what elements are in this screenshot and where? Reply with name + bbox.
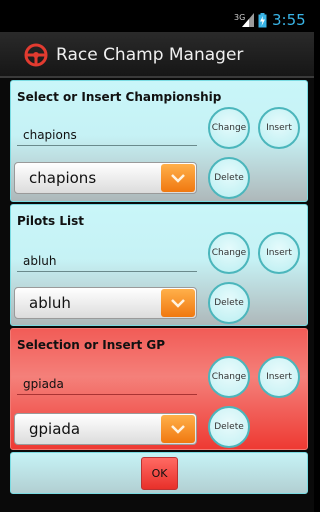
championship-change-button[interactable]: Change [208, 107, 250, 149]
action-bar: Race Champ Manager [0, 32, 314, 78]
chevron-down-icon [171, 174, 185, 183]
pilots-input[interactable] [17, 250, 197, 272]
pilots-title: Pilots List [17, 214, 84, 228]
bottom-strip [0, 500, 314, 512]
gp-title: Selection or Insert GP [17, 338, 166, 352]
gp-change-button[interactable]: Change [208, 356, 250, 398]
pilots-spinner[interactable]: abluh [14, 287, 197, 319]
pilots-delete-button[interactable]: Delete [208, 282, 250, 324]
footer-panel: OK [10, 452, 308, 494]
gp-insert-button[interactable]: Insert [258, 356, 300, 398]
status-time: 3:55 [272, 11, 306, 29]
app-screen: 3G 3:55 Race Champ Manager Select or Ins… [0, 0, 314, 512]
championship-spinner-value: chapions [29, 169, 97, 187]
steering-wheel-icon [24, 43, 48, 67]
championship-spinner[interactable]: chapions [14, 162, 197, 194]
championship-insert-button[interactable]: Insert [258, 107, 300, 149]
gp-spinner[interactable]: gpiada [14, 413, 197, 445]
chevron-down-icon [171, 425, 185, 434]
pilots-panel: Pilots List abluh Change Insert Delete [10, 204, 308, 326]
ok-button[interactable]: OK [141, 457, 178, 490]
pilots-spinner-value: abluh [29, 294, 71, 312]
gp-panel: Selection or Insert GP gpiada Change Ins… [10, 328, 308, 450]
gp-spinner-value: gpiada [29, 420, 81, 438]
championship-input[interactable] [17, 124, 197, 146]
app-title: Race Champ Manager [56, 45, 244, 65]
battery-charging-icon [258, 13, 267, 28]
pilots-spinner-arrow[interactable] [161, 289, 195, 317]
status-bar: 3G 3:55 [0, 0, 314, 32]
championship-panel: Select or Insert Championship chapions C… [10, 80, 308, 202]
gp-spinner-arrow[interactable] [161, 415, 195, 443]
pilots-change-button[interactable]: Change [208, 232, 250, 274]
gp-delete-button[interactable]: Delete [208, 406, 250, 448]
signal-icon [242, 13, 254, 27]
championship-delete-button[interactable]: Delete [208, 157, 250, 199]
championship-title: Select or Insert Championship [17, 90, 222, 104]
gp-input[interactable] [17, 373, 197, 395]
chevron-down-icon [171, 299, 185, 308]
championship-spinner-arrow[interactable] [161, 164, 195, 192]
pilots-insert-button[interactable]: Insert [258, 232, 300, 274]
